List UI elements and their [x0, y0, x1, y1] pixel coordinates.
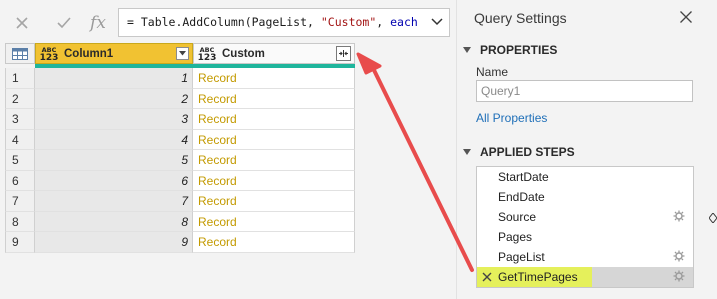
step-label: StartDate [498, 170, 549, 184]
custom-record-link[interactable]: Record [193, 109, 355, 130]
row-number[interactable]: 4 [5, 129, 35, 150]
collapse-triangle-icon [463, 149, 471, 155]
applied-step[interactable]: PageList [477, 247, 693, 267]
query-name-field[interactable] [476, 80, 693, 102]
delete-step-icon[interactable] [482, 272, 492, 282]
custom-record-link[interactable]: Record [193, 211, 355, 232]
formula-separator: , [376, 15, 391, 29]
custom-record-link[interactable]: Record [193, 68, 355, 89]
table-row[interactable]: 7 7 Record [5, 191, 355, 212]
custom-record-link[interactable]: Record [193, 191, 355, 212]
check-icon [57, 17, 71, 29]
row-number[interactable]: 8 [5, 211, 35, 232]
section-title: PROPERTIES [480, 43, 558, 57]
row-number[interactable]: 2 [5, 88, 35, 109]
row-number[interactable]: 6 [5, 170, 35, 191]
x-icon [16, 17, 28, 29]
table-icon [12, 47, 28, 60]
table-row[interactable]: 8 8 Record [5, 211, 355, 232]
type-label-bottom: 123 [39, 52, 59, 63]
applied-step[interactable]: StartDate [477, 167, 693, 187]
any-type-icon[interactable]: ABC 123 [197, 46, 217, 63]
all-properties-link[interactable]: All Properties [476, 111, 547, 125]
applied-step[interactable]: Pages [477, 227, 693, 247]
formula-bar: fx = Table.AddColumn(PageList, "Custom",… [5, 8, 450, 38]
collapse-triangle-icon [463, 47, 471, 53]
column1-cell[interactable]: 6 [35, 170, 193, 191]
insert-function-button[interactable]: fx [85, 11, 111, 35]
formula-string: "Custom" [320, 15, 377, 29]
custom-record-link[interactable]: Record [193, 129, 355, 150]
column1-cell[interactable]: 1 [35, 68, 193, 89]
formula-prefix: = Table.AddColumn(PageList, [127, 15, 321, 29]
column-header-column1[interactable]: ABC 123 Column1 [35, 43, 193, 64]
query-settings-pane: Query Settings PROPERTIES Name All Prope… [456, 0, 717, 299]
step-settings-gear-icon[interactable] [673, 210, 685, 222]
column-name: Custom [222, 47, 265, 60]
step-settings-gear-icon[interactable] [673, 250, 685, 262]
custom-record-link[interactable]: Record [193, 170, 355, 191]
table-row[interactable]: 9 9 Record [5, 232, 355, 253]
applied-steps-section-header[interactable]: APPLIED STEPS [463, 145, 575, 159]
applied-step[interactable]: EndDate [477, 187, 693, 207]
expand-arrows-icon [339, 50, 348, 57]
row-number[interactable]: 1 [5, 68, 35, 89]
formula-text: = Table.AddColumn(PageList, "Custom", ea… [127, 15, 418, 29]
close-icon[interactable] [679, 10, 693, 24]
row-number[interactable]: 5 [5, 150, 35, 171]
row-number[interactable]: 3 [5, 109, 35, 130]
formula-keyword: each [390, 15, 418, 29]
dropdown-arrow-icon [179, 51, 186, 56]
expand-column-button[interactable] [336, 46, 351, 61]
step-label: PageList [498, 250, 545, 264]
table-body: 1 1 Record 2 2 Record 3 3 Record 4 4 Record 5 5 Record… [5, 68, 355, 253]
step-label: Pages [498, 230, 533, 244]
formula-input[interactable]: = Table.AddColumn(PageList, "Custom", ea… [118, 8, 450, 37]
column1-cell[interactable]: 8 [35, 211, 193, 232]
section-title: APPLIED STEPS [480, 145, 575, 159]
column1-cell[interactable]: 5 [35, 150, 193, 171]
type-label-bottom: 123 [197, 52, 217, 63]
applied-step[interactable]: GetTimePages [477, 267, 693, 287]
pane-title: Query Settings [474, 10, 567, 26]
table-row[interactable]: 1 1 Record [5, 68, 355, 89]
step-label: Source [498, 210, 537, 224]
fx-icon: fx [90, 13, 106, 33]
table-row[interactable]: 4 4 Record [5, 129, 355, 150]
applied-steps-list: StartDate EndDate Source Pages PageList GetTi… [476, 166, 694, 288]
column1-cell[interactable]: 4 [35, 129, 193, 150]
custom-record-link[interactable]: Record [193, 150, 355, 171]
column1-cell[interactable]: 7 [35, 191, 193, 212]
properties-section-header[interactable]: PROPERTIES [463, 43, 557, 57]
pane-resize-handle-icon[interactable] [709, 213, 717, 223]
table-row[interactable]: 3 3 Record [5, 109, 355, 130]
table-menu-button[interactable] [5, 43, 35, 64]
column1-cell[interactable]: 9 [35, 232, 193, 253]
row-number[interactable]: 9 [5, 232, 35, 253]
applied-step[interactable]: Source [477, 207, 693, 227]
row-number[interactable]: 7 [5, 191, 35, 212]
name-label: Name [476, 65, 509, 79]
custom-record-link[interactable]: Record [193, 88, 355, 109]
table-row[interactable]: 5 5 Record [5, 150, 355, 171]
step-settings-gear-icon[interactable] [673, 270, 685, 282]
column1-cell[interactable]: 2 [35, 88, 193, 109]
table-row[interactable]: 6 6 Record [5, 170, 355, 191]
column-name: Column1 [64, 47, 114, 60]
column-header-custom[interactable]: ABC 123 Custom [193, 43, 355, 64]
custom-record-link[interactable]: Record [193, 232, 355, 253]
any-type-icon[interactable]: ABC 123 [39, 46, 59, 63]
confirm-formula-button[interactable] [51, 11, 77, 35]
step-label: GetTimePages [498, 270, 578, 284]
step-label: EndDate [498, 190, 545, 204]
chevron-down-icon[interactable] [431, 17, 443, 27]
column1-cell[interactable]: 3 [35, 109, 193, 130]
column-filter-button[interactable] [176, 47, 189, 60]
query-preview-pane: fx = Table.AddColumn(PageList, "Custom",… [0, 0, 450, 299]
table-row[interactable]: 2 2 Record [5, 88, 355, 109]
cancel-formula-button[interactable] [9, 11, 35, 35]
